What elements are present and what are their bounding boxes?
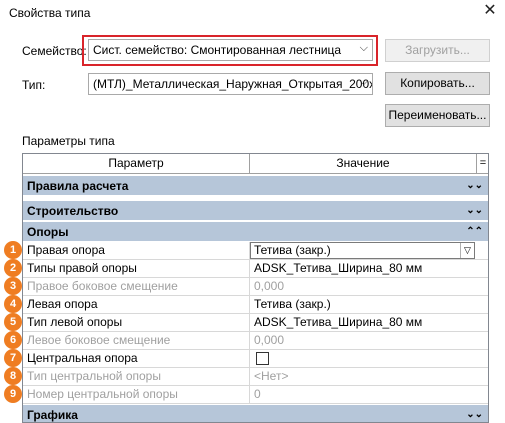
param-name: Тип центральной опоры	[23, 368, 250, 385]
number-badge: 9	[4, 385, 22, 403]
chevron-down-icon: ⌵	[359, 76, 368, 88]
central-support-checkbox[interactable]	[256, 352, 269, 365]
right-support-select[interactable]: Тетива (закр.) ▽	[250, 242, 475, 259]
number-badge: 5	[4, 313, 22, 331]
param-name: Номер центральной опоры	[23, 386, 250, 403]
number-badge: 6	[4, 331, 22, 349]
number-badge: 1	[4, 241, 22, 259]
param-value: <Нет>	[254, 369, 289, 383]
param-value[interactable]: ADSK_Тетива_Ширина_80 мм	[250, 260, 488, 277]
param-name: Правая опора	[23, 242, 250, 259]
group-label: Графика	[27, 408, 78, 422]
expand-icon[interactable]: ⌄⌄	[466, 201, 483, 221]
table-row: Номер центральной опоры 0	[23, 386, 488, 404]
group-supports[interactable]: Опоры ⌃⌃	[23, 222, 488, 242]
table-row: Правое боковое смещение 0,000	[23, 278, 488, 296]
param-name: Правое боковое смещение	[23, 278, 250, 295]
close-icon[interactable]: ✕	[481, 2, 499, 20]
load-button[interactable]: Загрузить...	[385, 39, 490, 62]
param-value[interactable]: Тетива (закр.) ▽	[250, 242, 488, 259]
select-value: Тетива (закр.)	[254, 243, 331, 257]
expand-icon[interactable]: ⌄⌄	[466, 405, 483, 422]
table-row: Левое боковое смещение 0,000	[23, 332, 488, 350]
param-value: 0,000	[254, 279, 285, 293]
chevron-down-icon[interactable]: ▽	[460, 243, 474, 258]
family-highlight-frame	[82, 35, 378, 66]
group-graphics[interactable]: Графика ⌄⌄	[23, 405, 488, 422]
family-label: Семейство:	[22, 44, 87, 58]
expand-icon[interactable]: ⌄⌄	[466, 176, 483, 196]
collapse-icon[interactable]: ⌃⌃	[466, 222, 483, 242]
param-name: Левое боковое смещение	[23, 332, 250, 349]
group-calc-rules[interactable]: Правила расчета ⌄⌄	[23, 176, 488, 196]
table-row[interactable]: Левая опора Тетива (закр.)	[23, 296, 488, 314]
param-name: Центральная опора	[23, 350, 250, 367]
table-row[interactable]: Тип левой опоры ADSK_Тетива_Ширина_80 мм	[23, 314, 488, 332]
group-construction[interactable]: Строительство ⌄⌄	[23, 201, 488, 221]
number-badge: 8	[4, 367, 22, 385]
param-value: 0	[254, 387, 261, 401]
table-row: Тип центральной опоры <Нет>	[23, 368, 488, 386]
column-header-param[interactable]: Параметр	[23, 154, 250, 174]
type-label: Тип:	[22, 78, 46, 92]
type-select-value: (МТЛ)_Металлическая_Наружная_Открытая_20…	[93, 77, 373, 91]
type-select[interactable]: (МТЛ)_Металлическая_Наружная_Открытая_20…	[88, 73, 373, 95]
number-badge: 4	[4, 295, 22, 313]
number-badge: 7	[4, 349, 22, 367]
copy-button[interactable]: Копировать...	[385, 72, 490, 95]
table-row[interactable]: Правая опора Тетива (закр.) ▽	[23, 242, 488, 260]
param-name: Тип левой опоры	[23, 314, 250, 331]
params-title: Параметры типа	[22, 134, 115, 148]
rename-button[interactable]: Переименовать...	[385, 104, 490, 127]
type-params-grid: Параметр Значение = Правила расчета ⌄⌄ С…	[22, 153, 489, 423]
number-badge: 3	[4, 277, 22, 295]
param-value[interactable]: Тетива (закр.)	[250, 296, 488, 313]
param-value[interactable]	[250, 350, 488, 367]
param-value[interactable]: ADSK_Тетива_Ширина_80 мм	[250, 314, 488, 331]
table-row[interactable]: Центральная опора	[23, 350, 488, 368]
column-header-value[interactable]: Значение	[250, 154, 477, 174]
group-label: Строительство	[27, 204, 119, 218]
column-header-formula[interactable]: =	[477, 154, 488, 174]
param-value: 0,000	[254, 333, 285, 347]
param-name: Левая опора	[23, 296, 250, 313]
group-label: Опоры	[27, 225, 69, 239]
group-label: Правила расчета	[27, 179, 129, 193]
table-row[interactable]: Типы правой опоры ADSK_Тетива_Ширина_80 …	[23, 260, 488, 278]
window-title: Свойства типа	[9, 6, 91, 20]
param-name: Типы правой опоры	[23, 260, 250, 277]
number-badge: 2	[4, 259, 22, 277]
